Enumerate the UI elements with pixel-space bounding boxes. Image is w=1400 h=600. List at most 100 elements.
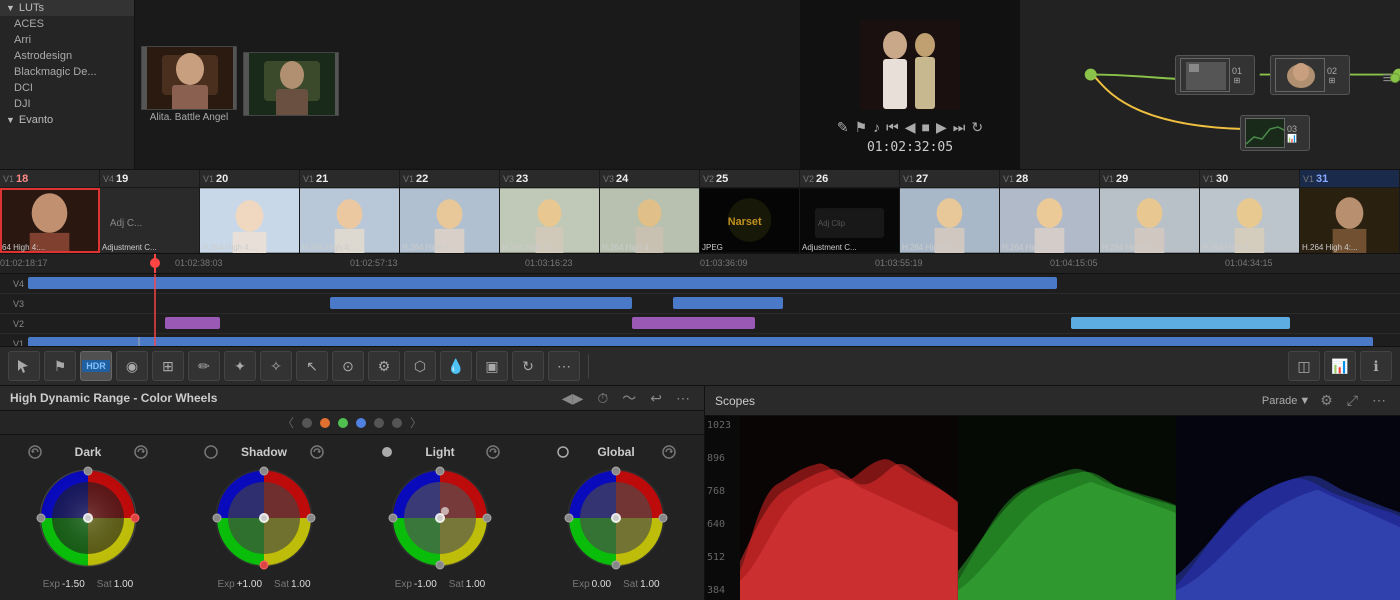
prev-frame-icon[interactable]: ◀ bbox=[905, 119, 916, 136]
track-clip-v1-marker bbox=[138, 337, 140, 346]
clip-thumb-23[interactable]: H.264 High 4:... bbox=[500, 188, 600, 253]
tool-info-btn[interactable]: ℹ bbox=[1360, 351, 1392, 381]
scopes-mode-btn[interactable]: Parade ▼ bbox=[1262, 395, 1310, 407]
track-clip-v1-1[interactable] bbox=[28, 337, 1373, 346]
sidebar-item-astrodesign[interactable]: Astrodesign bbox=[0, 48, 134, 64]
clip-thumb-27[interactable]: H.264 High 4:... bbox=[900, 188, 1000, 253]
wheel-global-reset-icon[interactable] bbox=[662, 445, 676, 459]
clip-thumb-30[interactable]: H.264 High 4:... bbox=[1200, 188, 1300, 253]
clip-thumb-24[interactable]: H.264 High 4:... bbox=[600, 188, 700, 253]
tool-lasso-btn[interactable]: ⊙ bbox=[332, 351, 364, 381]
clip-thumb-25[interactable]: Narset JPEG bbox=[700, 188, 800, 253]
scopes-more-btn[interactable]: ⋯ bbox=[1368, 390, 1390, 411]
skip-back-icon[interactable]: ⏮ bbox=[886, 119, 899, 136]
nav-dot-orange[interactable] bbox=[320, 418, 330, 428]
track-clip-v2-1[interactable] bbox=[165, 317, 220, 329]
shadow-sat-val: 1.00 bbox=[291, 579, 310, 590]
track-clip-v4-1[interactable] bbox=[28, 277, 1057, 289]
node-01[interactable]: 01 ⊞ bbox=[1175, 55, 1255, 95]
tool-cursor-btn[interactable]: ↖ bbox=[296, 351, 328, 381]
clip-thumb-19[interactable]: Adj C... Adjustment C... bbox=[100, 188, 200, 253]
sidebar-item-arri[interactable]: Arri bbox=[0, 32, 134, 48]
wheel-global-svg[interactable] bbox=[561, 463, 671, 573]
clip-thumb-21[interactable]: H.264 High 4:... bbox=[300, 188, 400, 253]
node-03[interactable]: 03 📊 bbox=[1240, 115, 1310, 151]
nav-prev-btn[interactable]: 〈 bbox=[282, 414, 294, 431]
media-thumb-alita[interactable]: Alita. Battle Angel bbox=[139, 46, 239, 123]
tool-dots-btn[interactable]: ⋯ bbox=[548, 351, 580, 381]
tool-flag-btn[interactable]: ⚑ bbox=[44, 351, 76, 381]
stop-icon[interactable]: ■ bbox=[922, 119, 930, 135]
tool-audio-icon[interactable]: ♪ bbox=[873, 119, 880, 135]
nav-dot-gray-3[interactable] bbox=[392, 418, 402, 428]
clip-thumb-26[interactable]: Adj Clip Adjustment C... bbox=[800, 188, 900, 253]
tool-sparkle-btn[interactable]: ✧ bbox=[260, 351, 292, 381]
tool-pointer-btn[interactable] bbox=[8, 351, 40, 381]
wheel-dark-svg[interactable] bbox=[33, 463, 143, 573]
track-clip-v2-3[interactable] bbox=[1071, 317, 1291, 329]
sidebar-luts-folder[interactable]: ▼ LUTs bbox=[0, 0, 134, 16]
tool-checker-btn[interactable]: ◫ bbox=[1288, 351, 1320, 381]
loop-icon[interactable]: ↻ bbox=[971, 119, 983, 136]
scope-channel-green bbox=[958, 416, 1176, 600]
skip-forward-icon[interactable]: ⏭ bbox=[953, 119, 966, 136]
clip-thumb-18[interactable]: 64 High 4:... bbox=[0, 188, 100, 253]
media-thumb-2[interactable] bbox=[241, 52, 341, 118]
sidebar-evanto-folder[interactable]: ▼ Evanto bbox=[0, 112, 134, 128]
clip-num-29: V1 29 bbox=[1100, 170, 1200, 187]
wheel-global-stats: Exp 0.00 Sat 1.00 bbox=[572, 579, 659, 590]
tool-grid-btn[interactable]: ⊞ bbox=[152, 351, 184, 381]
tool-hdr-btn[interactable]: HDR bbox=[80, 351, 112, 381]
sidebar-item-aces[interactable]: ACES bbox=[0, 16, 134, 32]
clip-num-21: V1 21 bbox=[300, 170, 400, 187]
nav-next-btn[interactable]: 〉 bbox=[410, 414, 422, 431]
tool-pencil-btn[interactable]: ✏ bbox=[188, 351, 220, 381]
timeline-area: 01:02:18:17 01:02:38:03 01:02:57:13 01:0… bbox=[0, 254, 1400, 346]
sidebar-item-dji[interactable]: DJI bbox=[0, 96, 134, 112]
wheel-light-reset-icon[interactable] bbox=[486, 445, 500, 459]
tool-select-icon[interactable]: ✎ bbox=[837, 119, 849, 136]
tool-chart-btn[interactable]: 📊 bbox=[1324, 351, 1356, 381]
scopes-panel: Scopes Parade ▼ ⚙ ⤢ ⋯ 1023 896 768 bbox=[705, 386, 1400, 600]
track-clip-v3-2[interactable] bbox=[673, 297, 783, 309]
tool-flag-icon[interactable]: ⚑ bbox=[855, 119, 868, 136]
tool-circle-btn[interactable]: ◉ bbox=[116, 351, 148, 381]
clip-thumb-31[interactable]: H.264 High 4:... bbox=[1300, 188, 1400, 253]
nav-dot-gray-2[interactable] bbox=[374, 418, 384, 428]
clip-thumb-29[interactable]: H.264 High 4:... bbox=[1100, 188, 1200, 253]
wheel-light-svg[interactable] bbox=[385, 463, 495, 573]
clip-num-28: V1 28 bbox=[1000, 170, 1100, 187]
color-panel-expand-btn[interactable]: ◀▶ bbox=[558, 388, 588, 409]
nav-dot-green[interactable] bbox=[338, 418, 348, 428]
nav-dot-blue[interactable] bbox=[356, 418, 366, 428]
clip-thumb-22[interactable]: H.264 High 4:... bbox=[400, 188, 500, 253]
sidebar-item-dci[interactable]: DCI bbox=[0, 80, 134, 96]
dark-sat-stat: Sat 1.00 bbox=[97, 579, 133, 590]
color-panel-clock-btn[interactable]: ⏱ bbox=[593, 388, 612, 409]
color-panel-more-btn[interactable]: ⋯ bbox=[672, 388, 694, 409]
tool-mask-btn[interactable]: ⬡ bbox=[404, 351, 436, 381]
nav-dot-gray[interactable] bbox=[302, 418, 312, 428]
wheel-dark-reset-right-icon[interactable] bbox=[134, 445, 148, 459]
play-icon[interactable]: ▶ bbox=[936, 119, 947, 136]
color-panel-reset-btn[interactable]: ↩ bbox=[646, 388, 666, 409]
sidebar-item-blackmagic[interactable]: Blackmagic De... bbox=[0, 64, 134, 80]
tool-settings-btn[interactable]: ⚙ bbox=[368, 351, 400, 381]
wheel-shadow-svg[interactable] bbox=[209, 463, 319, 573]
clip-thumb-28[interactable]: H.264 High 4:... bbox=[1000, 188, 1100, 253]
node-02-label: 02 bbox=[1327, 66, 1337, 76]
scope-label-384: 384 bbox=[707, 585, 738, 596]
tool-stamp-btn[interactable]: ▣ bbox=[476, 351, 508, 381]
tool-rotate-btn[interactable]: ↻ bbox=[512, 351, 544, 381]
tool-water-btn[interactable]: 💧 bbox=[440, 351, 472, 381]
node-02[interactable]: 02 ⊞ bbox=[1270, 55, 1350, 95]
track-clip-v2-2[interactable] bbox=[632, 317, 755, 329]
track-clip-v3-1[interactable] bbox=[330, 297, 632, 309]
scopes-settings-btn[interactable]: ⚙ bbox=[1316, 390, 1337, 411]
luts-folder-label: LUTs bbox=[19, 2, 44, 14]
scopes-expand-btn[interactable]: ⤢ bbox=[1343, 390, 1362, 411]
tool-star-btn[interactable]: ✦ bbox=[224, 351, 256, 381]
wheel-shadow-reset-icon[interactable] bbox=[310, 445, 324, 459]
clip-thumb-20[interactable]: H.264 High 4:... bbox=[200, 188, 300, 253]
color-panel-wave-btn[interactable]: 〜 bbox=[618, 386, 640, 410]
